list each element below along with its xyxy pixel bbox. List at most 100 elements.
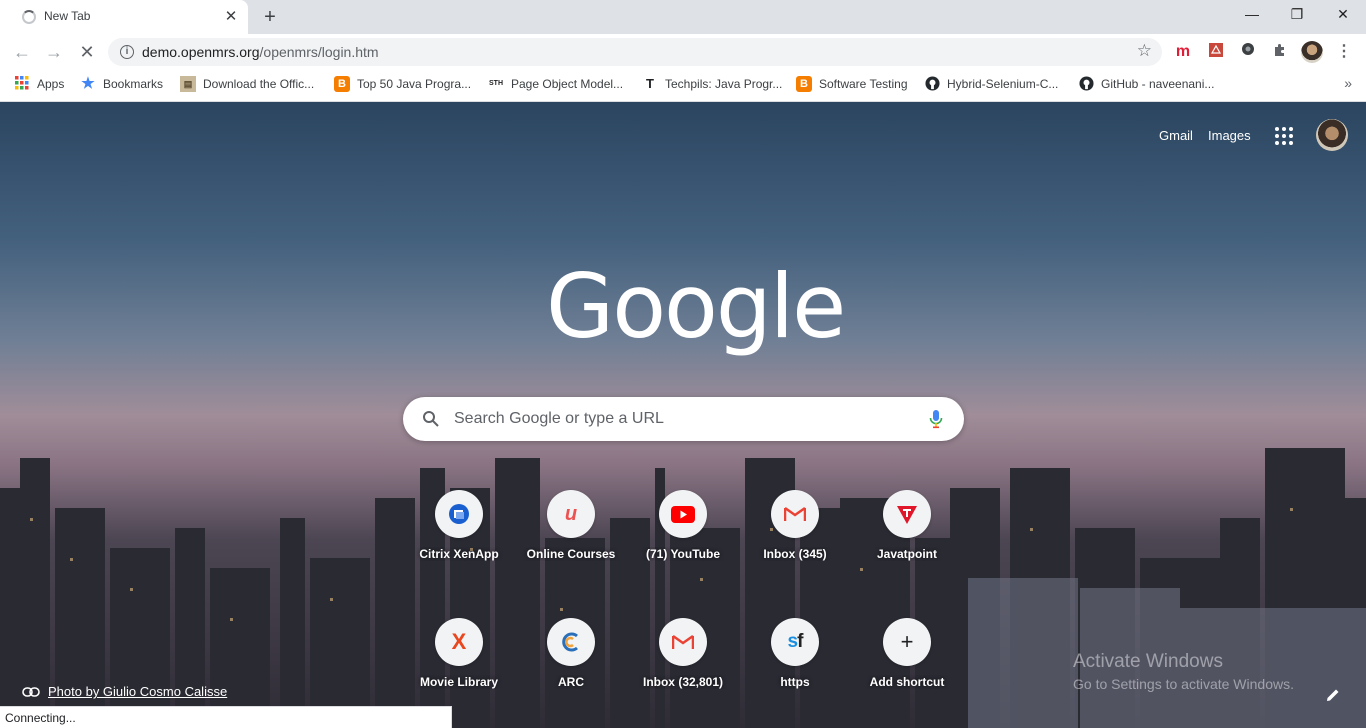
google-account-avatar[interactable] (1316, 119, 1348, 151)
back-arrow-icon[interactable]: ← (10, 40, 34, 64)
tab-new-tab[interactable]: New Tab ✕ (0, 0, 248, 34)
shortcut-inbox-345[interactable]: Inbox (345) (739, 482, 851, 594)
google-logo: Google (546, 255, 846, 358)
arc-icon (559, 630, 583, 654)
shortcut-label: Javatpoint (876, 547, 937, 561)
github-icon (924, 76, 940, 92)
url-text: demo.openmrs.org/openmrs/login.htm (142, 44, 379, 60)
gmail-link[interactable]: Gmail (1159, 128, 1193, 143)
search-placeholder: Search Google or type a URL (454, 410, 664, 427)
bookmark-label: Hybrid-Selenium-C... (947, 77, 1059, 91)
shortcut-citrix-xenapp[interactable]: Citrix XenApp (403, 482, 515, 594)
shortcut-label: ARC (558, 675, 584, 689)
url-path: /openmrs/login.htm (259, 44, 379, 60)
sth-icon: STH (489, 80, 503, 87)
bookmarks-bar: Apps ★ Bookmarks ▤ Download the Offic... B… (0, 70, 1366, 98)
bookmark-download-office[interactable]: ▤ Download the Offic... (180, 76, 314, 92)
bookmark-bookmarks[interactable]: ★ Bookmarks (80, 76, 163, 92)
shortcut-label: Online Courses (526, 547, 616, 561)
shortcut-label: Movie Library (419, 675, 499, 689)
shortcut-icon-circle: X (435, 618, 483, 666)
shortcut-inbox-32801[interactable]: Inbox (32,801) (627, 610, 739, 722)
bookmark-software-testing[interactable]: B Software Testing (796, 76, 908, 92)
blogger-icon: B (334, 76, 350, 92)
minimize-window-button[interactable]: — (1229, 0, 1275, 30)
stop-loading-icon[interactable]: ✕ (75, 40, 99, 64)
shortcut-icon-circle: + (883, 618, 931, 666)
bookmark-page-object-model[interactable]: STH Page Object Model... (488, 76, 623, 92)
photo-attribution-link[interactable]: Photo by Giulio Cosmo Calisse (22, 684, 227, 699)
shortcut-label: (71) YouTube (645, 547, 720, 561)
shortcut-youtube[interactable]: (71) YouTube (627, 482, 739, 594)
plus-icon: + (900, 629, 914, 654)
customize-pencil-icon[interactable] (1325, 687, 1341, 703)
shortcut-label: https (780, 675, 810, 689)
search-box[interactable]: Search Google or type a URL (403, 397, 964, 441)
shortcut-add[interactable]: + Add shortcut (851, 610, 963, 722)
shortcut-icon-circle (547, 618, 595, 666)
blogger-icon: B (796, 76, 812, 92)
status-bar: Connecting... (0, 706, 452, 728)
attribution-text: Photo by Giulio Cosmo Calisse (48, 684, 228, 699)
address-bar[interactable]: i demo.openmrs.org/openmrs/login.htm ☆ (108, 38, 1162, 66)
extension-dark-icon[interactable] (1238, 42, 1258, 62)
shortcut-https[interactable]: sf https (739, 610, 851, 722)
bookmark-label: Download the Offic... (203, 77, 315, 91)
google-apps-grid-icon[interactable] (1275, 127, 1293, 145)
url-host: demo.openmrs.org (142, 44, 260, 60)
javatpoint-icon (895, 502, 919, 526)
activate-windows-subtitle: Go to Settings to activate Windows. (1073, 676, 1294, 692)
forward-arrow-icon[interactable]: → (42, 40, 66, 64)
shortcut-javatpoint[interactable]: Javatpoint (851, 482, 963, 594)
udemy-icon: u (564, 502, 578, 525)
bookmark-star-icon[interactable]: ☆ (1137, 41, 1152, 61)
shortcut-icon-circle: sf (771, 618, 819, 666)
gmail-icon (783, 502, 807, 526)
new-tab-page: Gmail Images Google Search Google or typ… (0, 102, 1366, 728)
apps-grid-icon (14, 76, 30, 92)
t-icon: T (646, 76, 654, 91)
x-icon: X (451, 629, 467, 654)
menu-dots-icon[interactable]: ⋮ (1336, 42, 1352, 62)
shortcut-icon-circle (883, 490, 931, 538)
bookmark-label: GitHub - naveenani... (1101, 77, 1215, 91)
more-bookmarks-chevron-icon[interactable]: » (1344, 75, 1352, 91)
browser-toolbar: ← → ✕ i demo.openmrs.org/openmrs/login.h… (0, 34, 1366, 70)
bookmark-hybrid-selenium[interactable]: Hybrid-Selenium-C... (924, 76, 1058, 92)
extension-m-icon[interactable]: m (1173, 42, 1193, 62)
shortcut-icon-circle (659, 490, 707, 538)
close-window-button[interactable]: ✕ (1320, 0, 1366, 30)
bookmark-label: Software Testing (819, 77, 908, 91)
shortcut-arc[interactable]: ARC (515, 610, 627, 722)
link-icon (22, 686, 40, 697)
shortcut-label: Inbox (32,801) (642, 675, 724, 689)
search-icon (423, 411, 439, 427)
bookmark-techpils[interactable]: T Techpils: Java Progr... (642, 76, 782, 92)
bookmark-github-naveenani[interactable]: GitHub - naveenani... (1078, 76, 1214, 92)
shortcut-online-courses[interactable]: u Online Courses (515, 482, 627, 594)
activate-windows-title: Activate Windows (1073, 651, 1223, 672)
status-text: Connecting... (5, 711, 76, 725)
bookmark-top50-java[interactable]: B Top 50 Java Progra... (334, 76, 471, 92)
bookmark-label: Techpils: Java Progr... (665, 77, 783, 91)
extensions-puzzle-icon[interactable] (1270, 42, 1290, 62)
tab-title: New Tab (44, 9, 91, 23)
voice-search-mic-icon[interactable] (928, 409, 944, 429)
restore-window-button[interactable]: ❐ (1274, 0, 1320, 30)
bookmark-label: Apps (37, 77, 65, 91)
bookmark-label: Bookmarks (103, 77, 164, 91)
shortcut-label: Inbox (345) (763, 547, 827, 561)
extension-pdf-icon[interactable] (1206, 42, 1226, 62)
new-tab-button[interactable]: + (259, 6, 281, 28)
bookmark-apps[interactable]: Apps (14, 76, 64, 92)
shortcut-icon-circle (435, 490, 483, 538)
youtube-icon (671, 502, 695, 526)
gmail-icon (671, 630, 695, 654)
images-link[interactable]: Images (1208, 128, 1251, 143)
loading-spinner-icon (22, 10, 36, 24)
shortcut-icon-circle (659, 618, 707, 666)
site-info-icon[interactable]: i (120, 45, 134, 59)
profile-avatar[interactable] (1301, 41, 1323, 63)
shortcut-label: Add shortcut (869, 675, 945, 689)
close-tab-icon[interactable]: ✕ (222, 8, 240, 26)
